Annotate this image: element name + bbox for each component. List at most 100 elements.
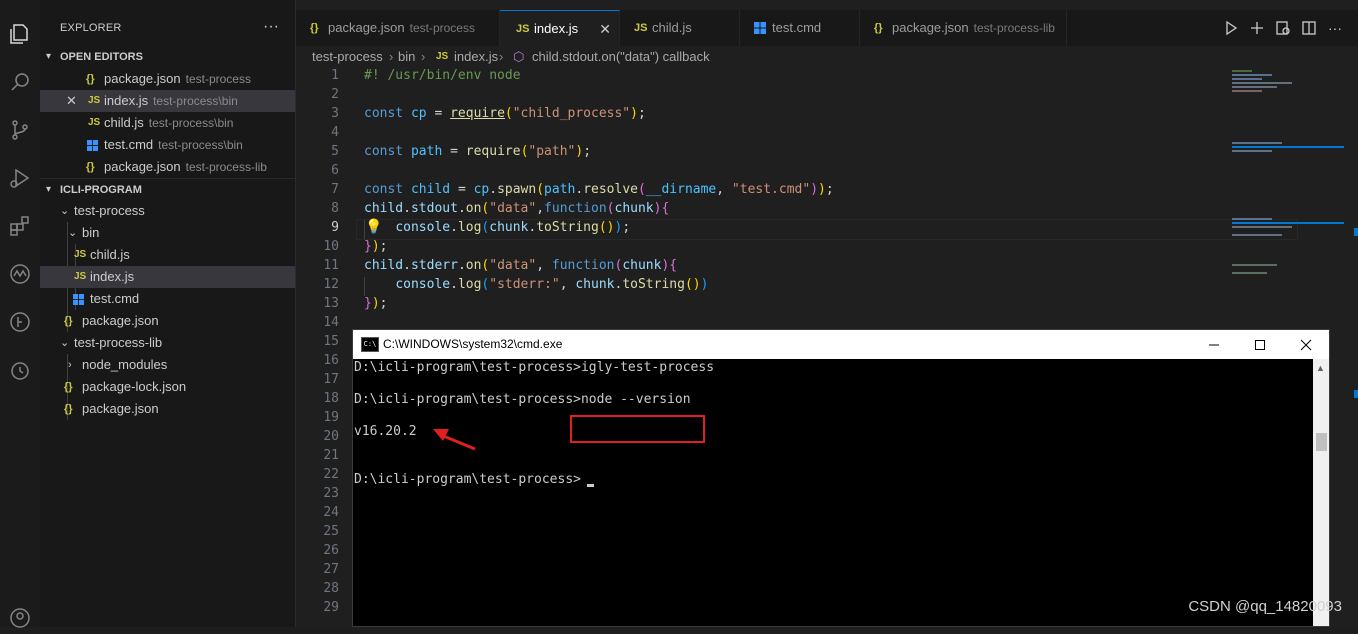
highlight-box (570, 415, 705, 443)
cmd-scrollbar[interactable]: ▲ (1313, 359, 1329, 626)
cmd-title: C:\WINDOWS\system32\cmd.exe (383, 337, 563, 351)
file-path: test-process (185, 72, 251, 86)
minimap-marker (1232, 146, 1346, 148)
json-file-icon: {} (310, 22, 319, 34)
explorer-icon[interactable] (4, 18, 36, 50)
project-header[interactable]: ▾ ICLI-PROGRAM (40, 178, 295, 201)
folder-item[interactable]: ⌄ test-process-lib (40, 332, 295, 354)
code-line: const path = require("path"); (364, 144, 592, 159)
json-file-icon: {} (64, 381, 73, 393)
scroll-up-icon[interactable]: ▲ (1316, 363, 1325, 373)
file-item[interactable]: JS child.js (40, 244, 295, 266)
lightbulb-icon[interactable]: 💡 (365, 219, 382, 235)
maximize-button[interactable] (1237, 330, 1283, 359)
open-editor-item-active[interactable]: ✕ JS index.js test-process\bin (40, 90, 295, 112)
chevron-right-icon: › (421, 49, 426, 64)
tab-package-json-lib[interactable]: {} package.json test-process-lib (860, 10, 1067, 46)
file-name: index.js (104, 93, 149, 108)
file-item[interactable]: {} package.json (40, 398, 295, 420)
javascript-file-icon: JS (436, 51, 449, 62)
explorer-title: EXPLORER (60, 22, 122, 34)
cmd-console[interactable]: D:\icli-program\test-process>igly-test-p… (353, 359, 1313, 626)
minimap-line (1232, 226, 1292, 228)
cmd-icon: C:\ (361, 337, 379, 352)
chevron-down-icon: ⌄ (60, 337, 70, 349)
breadcrumb-item[interactable]: child.stdout.on("data") callback (532, 46, 710, 68)
text-cursor (587, 484, 594, 487)
function-symbol-icon: ⬡ (513, 49, 525, 64)
add-icon[interactable] (1248, 19, 1266, 37)
minimap-line (1232, 86, 1277, 88)
more-actions-icon[interactable]: ··· (1326, 19, 1344, 37)
remote-explorer-icon[interactable] (4, 258, 36, 290)
close-icon[interactable]: ✕ (66, 90, 77, 112)
breadcrumb-item[interactable]: test-process (312, 46, 383, 68)
timeline-icon[interactable] (4, 354, 36, 386)
open-changes-icon[interactable] (1274, 19, 1292, 37)
file-item[interactable]: {} package-lock.json (40, 376, 295, 398)
json-file-icon: {} (874, 22, 883, 34)
javascript-file-icon: JS (516, 23, 530, 35)
chevron-down-icon: ⌄ (60, 205, 70, 217)
json-file-icon: {} (64, 403, 73, 415)
chevron-right-icon: › (68, 359, 72, 371)
chevron-down-icon: ▾ (46, 184, 52, 195)
open-editors-header[interactable]: ▾ OPEN EDITORS (40, 46, 295, 68)
tab-package-json[interactable]: {} package.json test-process (296, 10, 500, 46)
open-editor-item[interactable]: {} package.json test-process-lib (40, 156, 295, 178)
minimap-line (1232, 272, 1267, 274)
open-editor-item[interactable]: {} package.json test-process (40, 68, 295, 90)
minimap-line (1232, 234, 1282, 236)
split-editor-icon[interactable] (1300, 19, 1318, 37)
file-item[interactable]: test.cmd (40, 288, 295, 310)
close-icon[interactable]: ✕ (599, 11, 611, 47)
editor-scrollbar[interactable] (1344, 68, 1358, 627)
file-name: child.js (104, 115, 144, 130)
file-item[interactable]: {} package.json (40, 310, 295, 332)
breadcrumb-item[interactable]: index.js (454, 46, 498, 68)
editor-tabs: {} package.json test-process JS index.js … (296, 10, 1358, 47)
search-icon[interactable] (4, 66, 36, 98)
javascript-file-icon: JS (74, 249, 87, 260)
minimap-line (1232, 218, 1272, 220)
file-name: test.cmd (104, 137, 154, 152)
minimap-marker (1232, 222, 1346, 224)
file-item-selected[interactable]: JS index.js (40, 266, 295, 288)
cmd-window[interactable]: C:\ C:\WINDOWS\system32\cmd.exe D:\icli-… (352, 329, 1330, 627)
folder-item[interactable]: ⌄ bin (40, 222, 295, 244)
file-path: test-process\bin (153, 94, 238, 108)
tab-test-cmd[interactable]: test.cmd (740, 10, 860, 46)
run-icon[interactable] (1222, 19, 1240, 37)
console-line: D:\icli-program\test-process>igly-test-p… (354, 360, 715, 375)
tab-index-js[interactable]: JS index.js ✕ (500, 10, 620, 47)
run-debug-icon[interactable] (4, 162, 36, 194)
minimize-button[interactable] (1191, 330, 1237, 359)
watermark: CSDN @qq_14820093 (1188, 598, 1342, 615)
code-line: console.log(chunk.toString()); (395, 220, 631, 235)
javascript-file-icon: JS (88, 95, 101, 106)
cmd-title-bar[interactable]: C:\ C:\WINDOWS\system32\cmd.exe (353, 330, 1329, 359)
folder-item[interactable]: ⌄ test-process (40, 200, 295, 222)
close-button[interactable] (1283, 330, 1329, 359)
source-control-icon[interactable] (4, 114, 36, 146)
code-line: console.log("stderr:", chunk.toString()) (395, 277, 709, 292)
scroll-thumb[interactable] (1316, 433, 1327, 451)
folder-item[interactable]: › node_modules (40, 354, 295, 376)
json-file-icon: {} (86, 73, 95, 85)
git-lens-icon[interactable] (4, 306, 36, 338)
more-actions-icon[interactable]: ··· (263, 18, 279, 36)
open-editor-item[interactable]: test.cmd test-process\bin (40, 134, 295, 156)
chevron-down-icon: ▾ (46, 51, 52, 62)
tab-child-js[interactable]: JS child.js (620, 10, 740, 46)
extensions-icon[interactable] (4, 210, 36, 242)
minimap-line (1232, 70, 1252, 72)
account-icon[interactable] (4, 602, 36, 634)
code-line: #! /usr/bin/env node (364, 68, 521, 83)
windows-icon (73, 294, 84, 305)
breadcrumb: test-process › bin › JS index.js › ⬡ chi… (296, 46, 1358, 68)
open-editor-item[interactable]: JS child.js test-process\bin (40, 112, 295, 134)
breadcrumb-item[interactable]: bin (398, 46, 415, 68)
code-line: child.stdout.on("data",function(chunk){ (364, 201, 670, 216)
explorer-sidebar: EXPLORER ··· ▾ OPEN EDITORS {} package.j… (40, 0, 296, 627)
chevron-down-icon: ⌄ (68, 227, 78, 239)
